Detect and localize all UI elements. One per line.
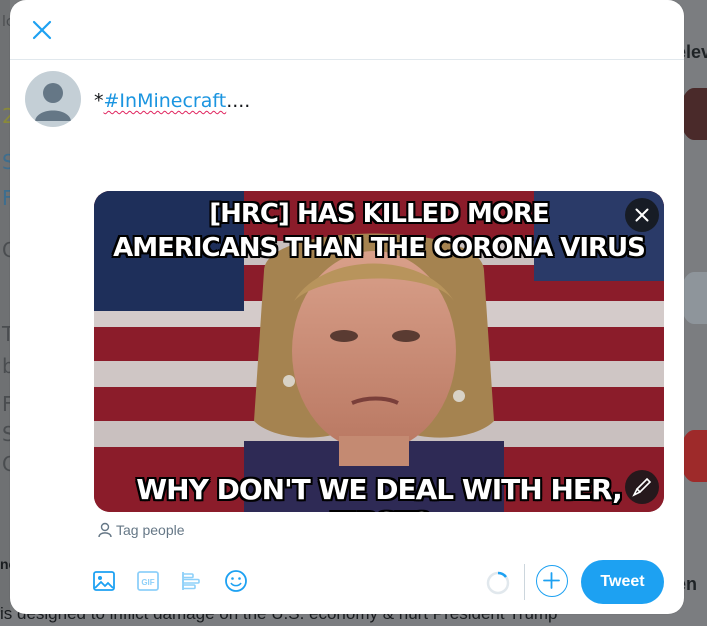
- edit-media-button[interactable]: [625, 470, 659, 504]
- avatar: [25, 71, 81, 127]
- close-icon[interactable]: [30, 18, 54, 42]
- remove-media-button[interactable]: [625, 198, 659, 232]
- meme-caption-top-line-2: AMERICANS THAN THE CORONA VIRUS: [113, 233, 646, 263]
- brush-icon: [632, 477, 652, 497]
- tag-people-button[interactable]: Tag people: [98, 522, 185, 538]
- meme-caption-bottom: WHY DON'T WE DEAL WITH HER, FIRST?: [136, 473, 623, 512]
- background-avatar: [680, 430, 707, 482]
- tweet-text-input[interactable]: *#InMinecraft....: [94, 90, 250, 112]
- meme-caption-top-line-1: [HRC] HAS KILLED MORE: [209, 199, 549, 229]
- attached-image: [HRC] HAS KILLED MORE AMERICANS THAN THE…: [94, 191, 664, 512]
- modal-header: [10, 0, 684, 60]
- gif-icon[interactable]: GIF: [135, 568, 161, 594]
- toolbar-divider: [524, 564, 525, 600]
- emoji-icon[interactable]: [223, 568, 249, 594]
- poll-icon[interactable]: [179, 568, 205, 594]
- hashtag-text: #InMinecraft: [103, 90, 227, 112]
- close-icon: [635, 208, 649, 222]
- tweet-text-prefix: *: [94, 90, 104, 112]
- person-icon: [98, 522, 112, 538]
- svg-text:GIF: GIF: [141, 578, 154, 587]
- background-avatar: [680, 272, 707, 324]
- compose-tweet-modal: *#InMinecraft.... [HRC] HAS KILLED MORE …: [10, 0, 684, 614]
- tweet-text-suffix: ....: [226, 90, 251, 112]
- tweet-button[interactable]: Tweet: [581, 560, 664, 604]
- character-count-ring: [485, 570, 511, 596]
- tag-people-label: Tag people: [116, 522, 185, 538]
- plus-icon: [543, 572, 560, 589]
- background-avatar: [680, 88, 707, 140]
- image-icon[interactable]: [91, 568, 117, 594]
- add-tweet-button[interactable]: [536, 565, 568, 597]
- background-left-column: [0, 0, 10, 626]
